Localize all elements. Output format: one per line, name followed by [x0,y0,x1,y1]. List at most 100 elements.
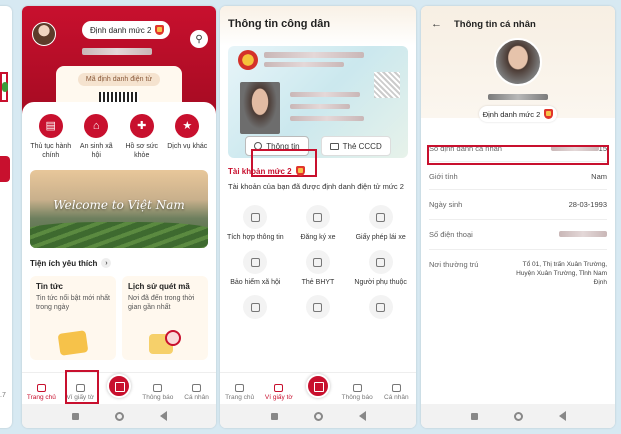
health-card-icon [305,250,330,274]
feature-dependents[interactable]: Người phụ thuộc [349,250,412,287]
scan-history-card[interactable]: Lịch sử quét mã Nơi đã đến trong thời gi… [122,276,208,360]
row-label: Giới tính [429,172,458,181]
car-icon [305,205,330,229]
highlight-frame-info-tab [251,149,317,177]
account-desc: Tài khoản của bạn đã được định danh điện… [228,182,404,191]
feature-passport[interactable] [287,295,350,323]
feature-grid: Tích hợp thông tin Đăng ký xe Giấy phép … [224,205,412,323]
nav-profile[interactable]: Cá nhân [179,384,215,401]
badge-label: Định danh mức 2 [482,109,541,119]
health-record-icon: ✚ [129,114,154,138]
nav-label: Thông báo [341,394,373,401]
card-line-blurred [290,92,360,97]
page-title: Thông tin cá nhân [454,18,536,30]
system-nav-bar [220,404,416,428]
red-button-edge[interactable] [0,156,10,182]
nav-label: Thông báo [142,394,174,401]
feature-license[interactable]: Giấy phép lái xe [349,205,412,242]
favorites-title: Tiện ích yêu thích [30,258,98,268]
user-name-blurred [488,94,548,100]
arrow-left-icon[interactable]: ← [431,18,442,30]
welcome-banner[interactable]: Welcome to Việt Nam [30,170,208,248]
nav-qr-scan[interactable] [101,374,137,401]
highlight-frame-wallet [65,370,99,404]
passport-icon [305,295,330,319]
news-illustration-icon [57,330,89,356]
avatar [494,38,542,86]
bell-icon [153,384,163,392]
service-admin[interactable]: ▤ Thủ tục hành chính [30,114,72,160]
home-button-icon[interactable] [114,411,124,421]
nav-home[interactable]: Trang chủ [23,384,59,401]
system-nav-bar [22,404,216,428]
system-nav-bar [421,404,615,428]
nav-home[interactable]: Trang chủ [222,384,258,401]
service-label: Thủ tục hành chính [30,143,72,159]
integrate-icon [243,205,268,229]
tab-cccd[interactable]: Thẻ CCCD [320,136,391,156]
insurance-icon [243,250,268,274]
id-photo [240,82,280,134]
nav-profile[interactable]: Cá nhân [378,384,414,401]
qr-code-icon [374,72,400,98]
nav-wallet[interactable]: Ví giấy tờ [261,384,297,401]
nav-label: Cá nhân [384,394,409,401]
service-other[interactable]: ★ Dịch vụ khác [166,114,208,160]
level-badge: Định danh mức 2 [479,106,557,122]
home-button-icon[interactable] [313,411,323,421]
nav-label: Trang chủ [26,394,56,401]
service-health[interactable]: ✚ Hồ sơ sức khỏe [121,114,163,160]
value-blurred [559,231,607,237]
back-icon[interactable] [358,411,366,421]
back-icon[interactable] [558,411,566,421]
phone-screen-cropped: .7 [0,6,12,428]
banner-text: Welcome to Việt Nam [53,198,185,212]
card-desc: Nơi đã đến trong thời gian gần nhất [128,295,195,311]
service-label: Hồ sơ sức khỏe [125,143,159,159]
nav-qr-scan[interactable] [300,374,336,401]
service-social[interactable]: ⌂ An sinh xã hội [75,114,117,160]
feature-label: Tích hợp thông tin [226,234,284,241]
bottom-nav: Trang chủ Ví giấy tờ Thông báo Cá nhân [220,372,416,404]
user-icon [192,384,202,392]
avatar[interactable] [32,22,56,46]
card-header-blurred [264,62,344,67]
row-label: Số điện thoại [429,230,473,239]
bottom-nav: Trang chủ Ví giấy tờ Thông báo Cá nhân [22,372,216,404]
shield-icon [544,109,554,119]
green-icon [2,82,8,92]
row-value: Tổ 01, Thị trấn Xuân Trường, Huyện Xuân … [516,261,607,286]
tab-label: Thẻ CCCD [342,141,382,151]
info-row-address: Nơi thường trú Tổ 01, Thị trấn Xuân Trườ… [429,250,607,290]
feature-vehicle[interactable]: Đăng ký xe [287,205,350,242]
badge-label: Định danh mức 2 [90,25,152,35]
user-name-blurred [82,48,152,55]
recent-apps-icon[interactable] [270,412,278,420]
nav-notifications[interactable]: Thông báo [339,384,375,401]
service-list: ▤ Thủ tục hành chính ⌂ An sinh xã hội ✚ … [22,102,216,160]
feature-house[interactable] [349,295,412,323]
chevron-right-icon[interactable]: › [101,258,112,268]
feature-integrate[interactable]: Tích hợp thông tin [224,205,287,242]
id-card-icon [329,142,339,150]
house-heart-icon: ⌂ [84,114,109,138]
row-label: Nơi thường trú [429,260,479,269]
home-button-icon[interactable] [513,411,523,421]
back-icon[interactable] [159,411,167,421]
national-emblem-icon [238,50,258,70]
nav-label: Trang chủ [225,394,255,401]
dependents-icon [368,250,393,274]
search-icon[interactable]: ⚲ [190,30,208,48]
feature-label: Đăng ký xe [300,234,336,241]
recent-apps-icon[interactable] [71,412,79,420]
nav-notifications[interactable]: Thông báo [140,384,176,401]
feature-health-card[interactable]: Thẻ BHYT [287,250,350,287]
feature-insurance[interactable]: Bảo hiểm xã hội [224,250,287,287]
document-icon: ▤ [38,114,63,138]
info-row-gender: Giới tính Nam [429,162,607,190]
news-card[interactable]: Tin tức Tin tức nổi bật mới nhất trong n… [30,276,116,360]
recent-apps-icon[interactable] [470,412,478,420]
top-bar: ← Thông tin cá nhân [421,6,615,30]
home-icon [235,384,245,392]
feature-document[interactable] [224,295,287,323]
